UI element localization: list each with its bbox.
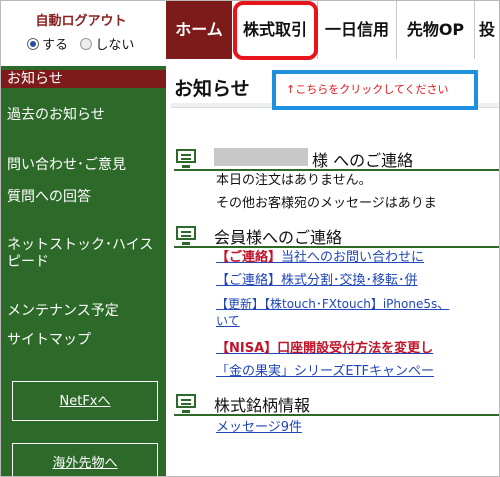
- notice-link[interactable]: 【NISA】口座開設受付方法を変更し: [216, 341, 499, 357]
- notice-link[interactable]: 【更新】【株touch･FXtouch】iPhone5s、: [216, 296, 499, 312]
- section-personal-title: 様 へのご連絡: [312, 151, 414, 170]
- notice-text: 当社へのお問い合わせに: [281, 250, 425, 265]
- section-stock-info-title: 株式銘柄情報: [214, 396, 311, 415]
- notice-tag: 【ご連絡】: [216, 250, 282, 265]
- message-count-link[interactable]: メッセージ9件: [216, 420, 499, 436]
- tab-home[interactable]: ホーム: [166, 1, 232, 59]
- auto-logout-panel: 自動ログアウト する しない: [1, 1, 166, 58]
- sidebar: お知らせ 過去のお知らせ 問い合わせ･ご意見 質問への回答 ネットストック･ハイ…: [1, 66, 166, 476]
- list-item-text: その他お客様宛のメッセージはありま: [216, 196, 437, 211]
- notice-link[interactable]: 「金の果実」シリーズETFキャンペー: [216, 364, 499, 380]
- section-stock-info: 株式銘柄情報: [174, 392, 499, 416]
- section-member-notice: 会員様へのご連絡: [174, 224, 499, 248]
- radio-selected-icon[interactable]: [27, 38, 39, 50]
- list-item: その他お客様宛のメッセージはありま: [216, 196, 499, 212]
- section-member-title: 会員様へのご連絡: [214, 228, 343, 247]
- notice-link-continuation[interactable]: いて: [216, 313, 499, 329]
- notice-text: 「金の果実」シリーズETFキャンペー: [216, 364, 434, 379]
- auto-logout-title: 自動ログアウト: [35, 14, 127, 29]
- list-item-text: メッセージ9件: [216, 420, 303, 435]
- sidebar-item-maintenance[interactable]: メンテナンス予定: [1, 302, 166, 320]
- notice-link[interactable]: 【ご連絡】当社へのお問い合わせに: [216, 250, 499, 266]
- main-content: お知らせ ↑こちらをクリックしてください 様 へのご連絡 本日の注文はありません…: [171, 61, 499, 476]
- redacted-name: [214, 148, 308, 166]
- netfx-button[interactable]: NetFxへ: [12, 381, 158, 421]
- notice-board-icon: [176, 226, 196, 245]
- sidebar-item-netstock-highspeed-cont[interactable]: ピード: [1, 253, 166, 271]
- notice-board-icon: [176, 149, 196, 168]
- sidebar-item-sitemap[interactable]: サイトマップ: [1, 331, 166, 349]
- auto-logout-options: する しない: [27, 34, 134, 53]
- auto-logout-on-option[interactable]: する: [27, 38, 72, 53]
- auto-logout-off-option[interactable]: しない: [80, 38, 134, 53]
- list-item: 本日の注文はありません。: [216, 173, 499, 189]
- sidebar-item-faq[interactable]: 質問への回答: [1, 188, 166, 206]
- notice-text: 【ご連絡】株式分割･交換･移転･併: [216, 273, 418, 288]
- tab-futures-options[interactable]: 先物OP: [397, 1, 475, 59]
- sidebar-item-news[interactable]: お知らせ: [1, 70, 166, 88]
- notice-text: 口座開設受付方法を変更し: [277, 341, 434, 356]
- notice-tag: 【NISA】: [216, 341, 278, 356]
- browser-frame: 自動ログアウト する しない ホーム 株式取引 一日信用 先物OP 投 お知らせ…: [0, 0, 500, 477]
- radio-unselected-icon[interactable]: [80, 38, 93, 50]
- click-here-annotation: ↑こちらをクリックしてください: [272, 70, 478, 110]
- sidebar-item-inquiry[interactable]: 問い合わせ･ご意見: [1, 156, 166, 174]
- overseas-futures-button[interactable]: 海外先物へ: [12, 443, 158, 476]
- tab-investment-truncated[interactable]: 投: [475, 1, 499, 59]
- section-personal-notice: 様 へのご連絡: [174, 147, 499, 171]
- auto-logout-off-label: しない: [95, 38, 135, 53]
- notice-board-icon: [176, 394, 196, 413]
- notice-text: いて: [216, 314, 240, 328]
- sidebar-item-past-news[interactable]: 過去のお知らせ: [1, 106, 166, 124]
- tab-one-day-margin[interactable]: 一日信用: [318, 1, 397, 59]
- tab-stock-trading[interactable]: 株式取引: [233, 1, 318, 59]
- list-item-text: 本日の注文はありません。: [216, 173, 372, 188]
- auto-logout-on-label: する: [42, 38, 69, 53]
- notice-link[interactable]: 【ご連絡】株式分割･交換･移転･併: [216, 273, 499, 289]
- top-navigation: ホーム 株式取引 一日信用 先物OP 投: [166, 1, 499, 59]
- page-title: お知らせ: [174, 78, 250, 100]
- notice-text: 【更新】【株touch･FXtouch】iPhone5s、: [216, 297, 450, 311]
- sidebar-item-netstock-highspeed[interactable]: ネットストック･ハイス: [1, 236, 166, 254]
